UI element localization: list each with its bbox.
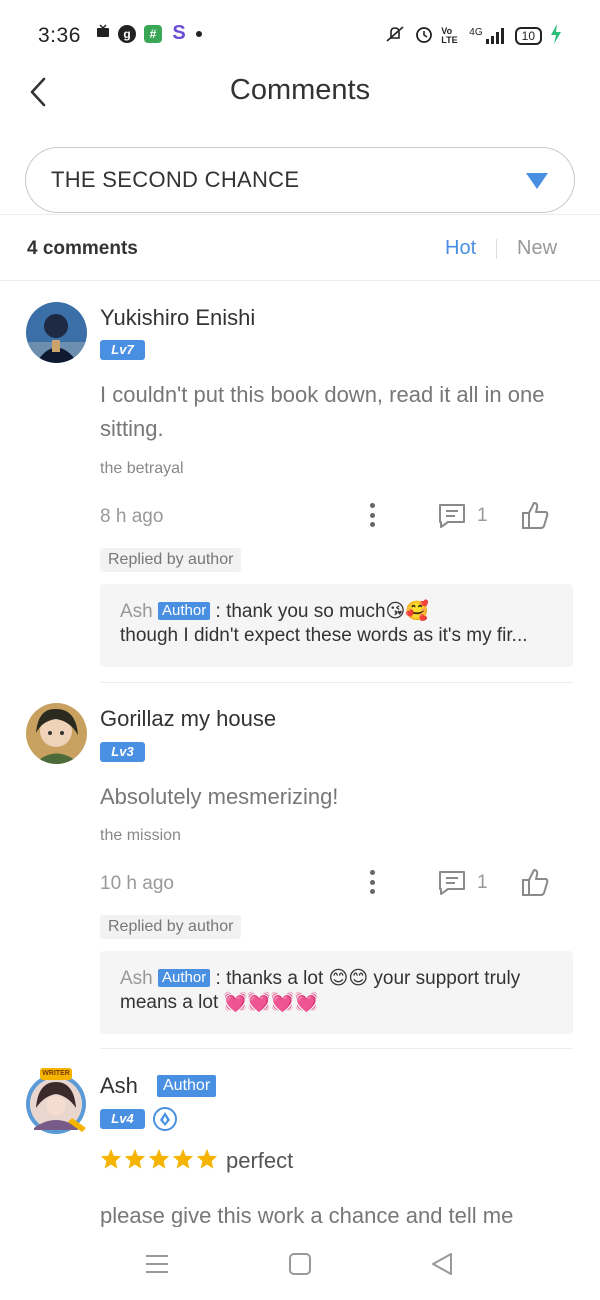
writer-frame-label: WRITER: [40, 1068, 72, 1080]
reply-line-1: Ash Author : thank you so much😘🥰: [120, 600, 553, 624]
reply-author-name: Ash: [120, 968, 153, 989]
caret-down-icon: [526, 173, 548, 189]
comment-username[interactable]: Yukishiro Enishi: [100, 305, 255, 331]
system-back-button[interactable]: [428, 1250, 456, 1278]
divider: [0, 280, 600, 281]
comment-time: 8 h ago: [100, 506, 164, 527]
reply-text: : thank you so much😘🥰: [210, 601, 430, 622]
like-button[interactable]: [520, 500, 552, 532]
level-badge: Lv4: [100, 1109, 145, 1129]
star-rating: [100, 1148, 218, 1170]
comment-chapter: the mission: [100, 827, 181, 844]
more-notifications-icon: [196, 30, 202, 37]
home-button[interactable]: [286, 1250, 314, 1278]
star-icon: [172, 1148, 194, 1169]
comment-divider: [100, 682, 573, 683]
reply-text: : thanks a lot 😊😊 your support truly: [210, 968, 521, 989]
reply-button[interactable]: 1: [437, 501, 488, 531]
network-type: 4G: [469, 26, 483, 38]
star-icon: [100, 1148, 122, 1169]
status-time: 3:36: [38, 24, 81, 47]
sort-separator: [496, 239, 497, 259]
reply-line-1: Ash Author : thanks a lot 😊😊 your suppor…: [120, 967, 553, 991]
comments-count: 4 comments: [27, 238, 138, 259]
system-icons: Vo LTE 4G 10: [383, 24, 562, 47]
like-button[interactable]: [520, 867, 552, 899]
cast-icon: [96, 24, 110, 43]
writer-gem-icon: [153, 1107, 177, 1131]
page-title: Comments: [229, 74, 371, 106]
reply-line-2: means a lot 💓💓💓💓: [120, 992, 319, 1013]
star-icon: [196, 1148, 218, 1169]
comment-username[interactable]: Ash: [100, 1073, 138, 1099]
level-badge: Lv3: [100, 742, 145, 762]
star-icon: [148, 1148, 170, 1169]
s-app-icon: S: [172, 22, 186, 44]
author-reply-box[interactable]: Ash Author : thank you so much😘🥰 though …: [100, 584, 573, 667]
replied-by-author-tag: Replied by author: [100, 548, 242, 572]
signal-icon: 4G: [469, 27, 506, 45]
reply-count: 1: [477, 505, 488, 526]
app-header: Comments: [0, 70, 600, 120]
alarm-icon: [415, 25, 433, 46]
battery-icon: 10: [514, 26, 542, 45]
comment-text: I couldn't put this book down, read it a…: [100, 382, 545, 441]
comment-text: Absolutely mesmerizing!: [100, 784, 339, 809]
volte-icon: Vo LTE: [441, 25, 458, 45]
comment-icon: [439, 871, 465, 895]
more-options-button[interactable]: [362, 500, 382, 530]
comment-chapter: the betrayal: [100, 460, 184, 477]
g-app-icon: g: [118, 24, 136, 43]
avatar[interactable]: [26, 703, 87, 764]
author-reply-box[interactable]: Ash Author : thanks a lot 😊😊 your suppor…: [100, 951, 573, 1034]
rating-word: perfect: [226, 1148, 294, 1173]
comment-username[interactable]: Gorillaz my house: [100, 706, 276, 732]
star-icon: [124, 1148, 146, 1169]
level-badge: Lv7: [100, 340, 145, 360]
divider: [0, 214, 600, 215]
triangle-back-icon: [432, 1253, 452, 1275]
comment-time: 10 h ago: [100, 873, 174, 894]
author-tag: Author: [158, 969, 211, 987]
system-nav-bar: [0, 1228, 600, 1300]
comment-divider: [100, 1048, 573, 1049]
reply-button[interactable]: 1: [437, 868, 488, 898]
book-select-dropdown[interactable]: THE SECOND CHANCE: [25, 147, 575, 213]
status-bar: 3:36 g # S Vo LTE 4G 10: [0, 0, 600, 70]
vibrate-icon: [383, 25, 407, 46]
author-badge: Author: [157, 1075, 217, 1097]
charging-icon: [550, 24, 562, 47]
more-options-button[interactable]: [362, 867, 382, 897]
replied-by-author-tag: Replied by author: [100, 915, 242, 939]
author-tag: Author: [158, 602, 211, 620]
notification-icons: g # S: [96, 22, 202, 44]
thumbs-up-icon: [522, 869, 549, 896]
book-select-value: THE SECOND CHANCE: [51, 167, 300, 192]
sort-new-tab[interactable]: New: [517, 237, 557, 260]
comment-icon: [439, 504, 465, 528]
calculator-app-icon: #: [144, 24, 162, 43]
avatar[interactable]: [26, 302, 87, 363]
square-icon: [289, 1253, 311, 1275]
sort-hot-tab[interactable]: Hot: [445, 237, 476, 260]
reply-author-name: Ash: [120, 601, 153, 622]
comment-text: please give this work a chance and tell …: [100, 1203, 514, 1227]
thumbs-up-icon: [522, 502, 549, 529]
reply-count: 1: [477, 872, 488, 893]
menu-icon: [146, 1255, 168, 1273]
reply-line-2: though I didn't expect these words as it…: [120, 625, 528, 646]
recent-apps-button[interactable]: [143, 1250, 171, 1278]
avatar[interactable]: WRITER: [20, 1068, 92, 1136]
comments-toolbar: 4 comments Hot New: [0, 222, 600, 280]
